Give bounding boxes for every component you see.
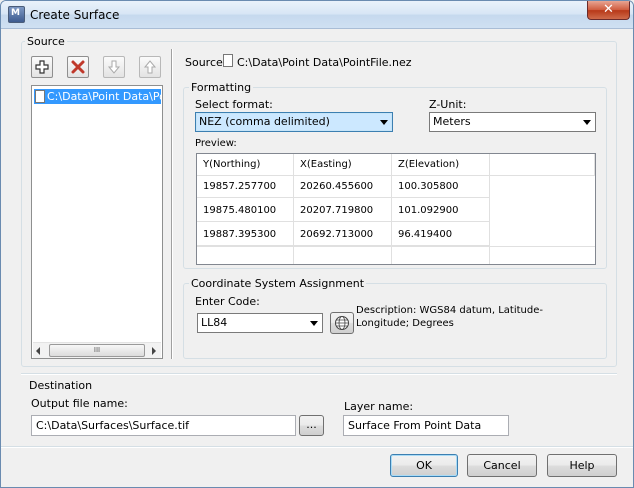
title-bar[interactable]: M Create Surface ✕ (1, 1, 633, 29)
destination-group-label: Destination (27, 379, 95, 392)
select-format-label: Select format: (195, 98, 273, 111)
window-title: Create Surface (30, 8, 120, 22)
column-divider (489, 154, 490, 264)
source-path-value: C:\Data\Point Data\PointFile.nez (237, 56, 412, 69)
output-file-input[interactable]: C:\Data\Surfaces\Surface.tif (31, 415, 296, 436)
column-header: Z(Elevation) (392, 154, 490, 176)
table-cell: 19887.395300 (197, 224, 294, 246)
code-select[interactable]: LL84 (197, 313, 323, 333)
format-select[interactable]: NEZ (comma delimited) (195, 112, 393, 132)
add-source-button[interactable] (31, 56, 53, 78)
format-select-value: NEZ (comma delimited) (199, 115, 330, 128)
document-icon (35, 90, 45, 103)
app-icon: M (8, 6, 25, 23)
list-item-label: C:\Data\Point Data\PointFile.nez (47, 90, 161, 103)
table-cell: 101.092900 (392, 200, 490, 222)
list-item[interactable]: C:\Data\Point Data\PointFile.nez (34, 89, 161, 104)
formatting-group-label: Formatting (189, 81, 254, 94)
table-cell: 100.305800 (392, 176, 490, 198)
scroll-thumb[interactable]: III (49, 344, 145, 357)
preview-table[interactable]: Y(Northing) X(Easting) Z(Elevation) 1985… (196, 153, 596, 265)
close-button[interactable]: ✕ (587, 1, 630, 20)
source-group-label: Source (25, 35, 67, 48)
remove-source-button[interactable] (67, 56, 89, 78)
table-cell: 96.419400 (392, 224, 490, 246)
scroll-right-icon[interactable] (152, 347, 156, 355)
table-cell: 20207.719800 (294, 200, 392, 222)
table-cell: 19857.257700 (197, 176, 294, 198)
destination-divider (21, 373, 617, 375)
add-icon (35, 60, 49, 74)
scroll-left-icon[interactable] (36, 347, 40, 355)
coordinate-system-group-label: Coordinate System Assignment (189, 277, 367, 290)
column-divider (391, 154, 392, 264)
ok-button[interactable]: OK (390, 454, 458, 477)
document-icon (223, 54, 233, 67)
source-path-label: Source: (185, 56, 227, 69)
preview-label: Preview: (195, 138, 237, 149)
layer-name-label: Layer name: (344, 400, 414, 413)
column-header-empty (490, 154, 595, 176)
create-surface-dialog: M Create Surface ✕ Source C:\Data\Point … (0, 0, 634, 488)
z-unit-label: Z-Unit: (429, 98, 467, 111)
code-select-value: LL84 (201, 316, 228, 329)
table-cell: 20692.713000 (294, 224, 392, 246)
column-header: X(Easting) (294, 154, 392, 176)
cancel-button[interactable]: Cancel (467, 454, 537, 477)
z-unit-value: Meters (433, 115, 471, 128)
horizontal-scrollbar[interactable]: III (33, 342, 161, 358)
arrow-up-icon (143, 60, 157, 74)
column-divider (293, 154, 294, 264)
source-list[interactable]: C:\Data\Point Data\PointFile.nez III (31, 85, 163, 359)
chevron-down-icon (583, 120, 591, 125)
move-down-button[interactable] (103, 56, 125, 78)
output-file-label: Output file name: (31, 397, 128, 410)
coordinate-description: Description: WGS84 datum, Latitude-Longi… (356, 305, 543, 329)
table-cell: 19875.480100 (197, 200, 294, 222)
enter-code-label: Enter Code: (195, 295, 260, 308)
z-unit-select[interactable]: Meters (429, 112, 596, 132)
arrow-down-icon (107, 60, 121, 74)
layer-name-input[interactable]: Surface From Point Data (343, 415, 509, 436)
table-cell: 20260.455600 (294, 176, 392, 198)
column-header: Y(Northing) (197, 154, 294, 176)
browse-button[interactable]: ... (299, 415, 324, 436)
chevron-down-icon (310, 321, 318, 326)
row-divider (197, 246, 595, 247)
globe-icon (335, 316, 349, 330)
delete-icon (71, 60, 85, 74)
chevron-down-icon (380, 120, 388, 125)
coordinate-browser-button[interactable] (330, 312, 354, 334)
bottom-divider (1, 446, 633, 448)
help-button[interactable]: Help (547, 454, 617, 477)
vertical-divider (171, 49, 173, 359)
move-up-button[interactable] (139, 56, 161, 78)
